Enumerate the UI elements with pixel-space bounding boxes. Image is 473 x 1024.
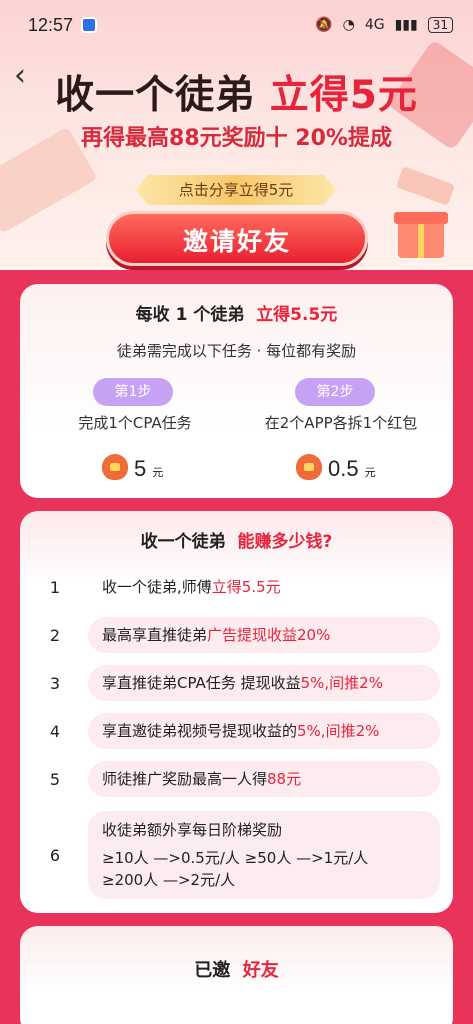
invite-friends-button[interactable]: 邀请好友 [106,211,368,266]
decoration-ribbon [395,166,456,206]
list-text: 享直邀徒弟视频号提现收益的5%,间推2% [88,713,440,749]
money-bag-icon [296,454,322,480]
title-part1: 收一个徒弟 [55,73,256,118]
list-text: 师徒推广奖励最高一人得88元 [88,761,440,797]
list-index: 6 [49,845,61,865]
invited-card-title: 已邀 好友 [20,956,453,982]
step-task-1: 完成1个CPA任务 [78,414,192,432]
invited-friends-card: 已邀 好友 [20,926,453,1024]
reward-value: 0.5 [328,456,359,481]
network-label: 4G [364,17,385,33]
invited-head-highlight: 好友 [242,960,279,981]
earnings-head-text: 收一个徒弟 [140,532,226,552]
list-item: 3 享直推徒弟CPA任务 提现收益5%,间推2% [40,665,440,701]
step-reward-2: 0.5 元 [296,450,376,482]
list-index: 2 [49,625,61,645]
list-text: 享直推徒弟CPA任务 提现收益5%,间推2% [88,665,440,701]
rules-head-text: 每收 1 个徒弟 [135,305,245,325]
invited-head-text: 已邀 [194,960,231,981]
status-bar: 12:57 🔕 ◔ 4G ▮▮▮ 31 [0,0,473,50]
money-bag-icon [102,454,128,480]
list-item: 1 收一个徒弟,师傅立得5.5元 [40,569,440,605]
share-reward-tag[interactable]: 点击分享立得5元 [136,175,336,205]
earnings-head-highlight: 能赚多少钱? [237,532,333,552]
step-reward-1: 5 元 [102,450,163,482]
app-notification-icon [81,17,98,33]
mute-icon: 🔕 [315,17,333,33]
list-index: 1 [49,577,61,597]
signal-icon: ▮▮▮ [394,17,418,33]
list-index: 4 [49,721,61,741]
earnings-card: 收一个徒弟 能赚多少钱? 1 收一个徒弟,师傅立得5.5元 2 最高享直推徒弟广… [20,511,453,913]
list-item: 6 收徒弟额外享每日阶梯奖励 ≥10人 —>0.5元/人 ≥50人 —>1元/人… [40,811,440,899]
list-text: 最高享直推徒弟广告提现收益20% [88,617,440,653]
reward-unit: 元 [364,466,376,479]
list-item: 2 最高享直推徒弟广告提现收益20% [40,617,440,653]
list-text: 收徒弟额外享每日阶梯奖励 ≥10人 —>0.5元/人 ≥50人 —>1元/人 ≥… [88,811,440,899]
page-title: 收一个徒弟 立得5元 [0,64,473,120]
rules-card-title: 每收 1 个徒弟 立得5.5元 [20,300,453,325]
back-arrow-icon[interactable]: ‹ [14,58,26,93]
list-index: 5 [49,769,61,789]
list-text: 收一个徒弟,师傅立得5.5元 [102,578,281,596]
list-index: 3 [49,673,61,693]
wifi-icon: ◔ [342,17,355,33]
list-item: 4 享直邀徒弟视频号提现收益的5%,间推2% [40,713,440,749]
earnings-card-title: 收一个徒弟 能赚多少钱? [20,527,453,552]
rules-card: 每收 1 个徒弟 立得5.5元 徒弟需完成以下任务 · 每位都有奖励 第1步 第… [20,284,453,498]
page-subtitle: 再得最高88元奖励十 20%提成 [81,126,392,151]
step-task-2: 在2个APP各拆1个红包 [264,414,418,432]
step-badge-1: 第1步 [93,378,173,406]
battery-icon: 31 [427,17,453,33]
reward-value: 5 [134,456,147,481]
list-item: 5 师徒推广奖励最高一人得88元 [40,761,440,797]
title-part2: 立得5元 [269,73,418,118]
gift-box-icon [394,212,448,258]
step-badge-2: 第2步 [295,378,375,406]
rules-card-subtitle: 徒弟需完成以下任务 · 每位都有奖励 [116,342,357,360]
reward-unit: 元 [152,466,164,479]
rules-head-highlight: 立得5.5元 [256,305,338,325]
status-time: 12:57 [28,14,74,35]
